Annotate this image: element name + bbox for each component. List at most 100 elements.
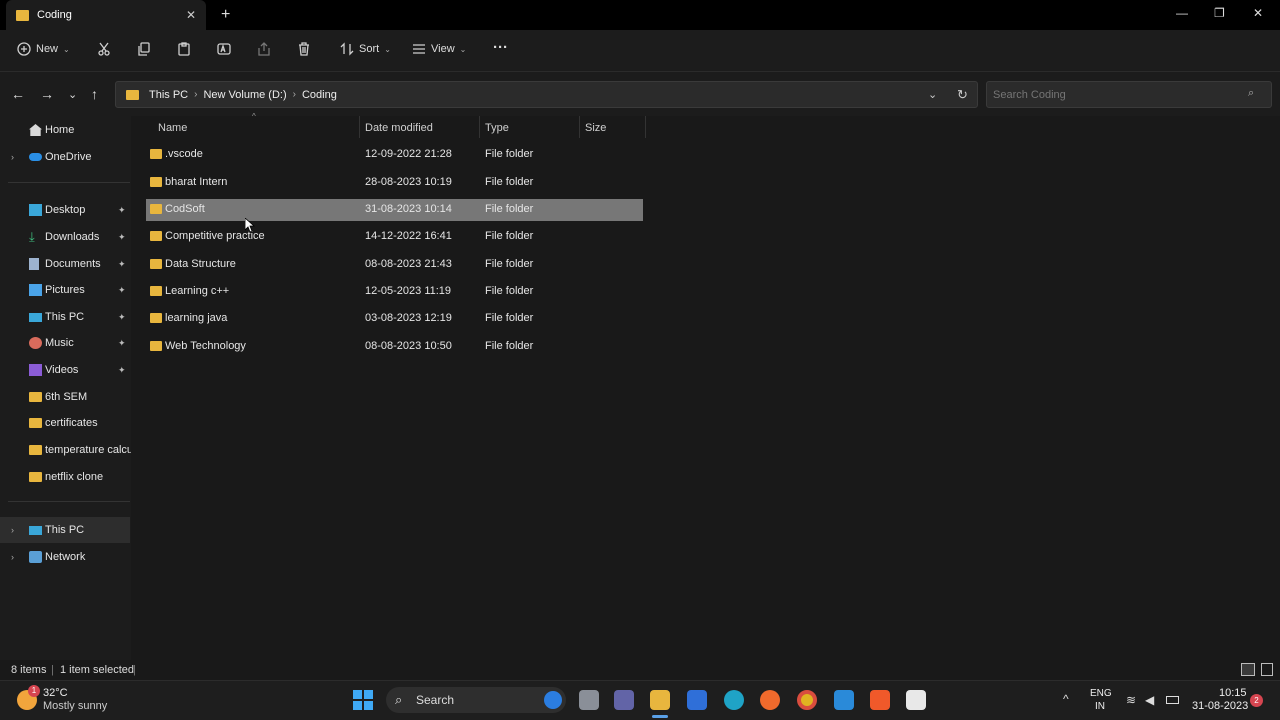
breadcrumb-drive[interactable]: New Volume (D:) xyxy=(203,89,286,101)
paste-button[interactable] xyxy=(177,42,191,56)
file-type: File folder xyxy=(485,285,534,297)
chevron-down-icon: ⌄ xyxy=(63,44,70,54)
file-date: 12-09-2022 21:28 xyxy=(365,148,452,160)
sidebar-item-temperature-calculator[interactable]: temperature calcula xyxy=(0,437,131,463)
table-row[interactable]: .vscode 12-09-2022 21:28 File folder xyxy=(146,144,643,166)
table-row[interactable]: bharat Intern 28-08-2023 10:19 File fold… xyxy=(146,172,643,194)
address-dropdown-icon[interactable]: ⌄ xyxy=(928,88,937,101)
snipping-tool-icon[interactable] xyxy=(906,690,926,710)
chat-icon[interactable] xyxy=(614,690,634,710)
notification-badge[interactable]: 2 xyxy=(1250,694,1263,707)
maximize-button[interactable]: ❐ xyxy=(1214,6,1225,20)
search-icon[interactable]: ⌕ xyxy=(1248,87,1254,100)
sidebar-item-this-pc-pinned[interactable]: This PC ✦ xyxy=(0,304,130,330)
new-button[interactable]: New ⌄ xyxy=(17,42,70,56)
sidebar-item-videos[interactable]: Videos ✦ xyxy=(0,357,130,383)
pin-icon: ✦ xyxy=(118,364,126,375)
file-explorer-icon[interactable] xyxy=(650,690,670,710)
volume-icon[interactable]: ◀ xyxy=(1145,693,1154,707)
language-primary[interactable]: ENG xyxy=(1090,688,1112,699)
language-secondary[interactable]: IN xyxy=(1095,701,1105,712)
search-input[interactable] xyxy=(986,81,1272,108)
taskbar-search[interactable]: ⌕ Search xyxy=(386,687,566,713)
table-row[interactable]: learning java 03-08-2023 12:19 File fold… xyxy=(146,308,643,330)
tab-coding[interactable]: Coding ✕ xyxy=(6,0,206,30)
breadcrumb-coding[interactable]: Coding xyxy=(302,89,337,101)
sidebar-item-network[interactable]: › Network xyxy=(0,544,130,570)
sidebar-item-desktop[interactable]: Desktop ✦ xyxy=(0,197,130,223)
forward-button[interactable]: → xyxy=(40,86,54,102)
table-row[interactable]: Data Structure 08-08-2023 21:43 File fol… xyxy=(146,254,643,276)
brave-icon[interactable] xyxy=(870,690,890,710)
sidebar-item-documents[interactable]: Documents ✦ xyxy=(0,251,130,277)
column-divider[interactable] xyxy=(479,116,480,138)
download-icon: ⤓ xyxy=(29,229,35,244)
microsoft-store-icon[interactable] xyxy=(687,690,707,710)
more-options-button[interactable]: ··· xyxy=(493,39,508,56)
close-window-button[interactable]: ✕ xyxy=(1253,6,1263,20)
expand-chevron-icon[interactable]: › xyxy=(11,552,14,562)
refresh-button[interactable]: ↻ xyxy=(957,87,968,103)
column-header-name[interactable]: Name xyxy=(158,122,187,142)
windows-start-icon[interactable] xyxy=(353,690,373,710)
breadcrumb-this-pc[interactable]: This PC xyxy=(149,89,188,101)
battery-icon[interactable] xyxy=(1166,696,1179,704)
rename-button[interactable] xyxy=(217,42,231,56)
sidebar-item-this-pc[interactable]: › This PC xyxy=(0,517,130,543)
sidebar-item-pictures[interactable]: Pictures ✦ xyxy=(0,277,130,303)
sidebar-item-music[interactable]: Music ✦ xyxy=(0,330,130,356)
pin-icon: ✦ xyxy=(118,311,126,322)
column-header-size[interactable]: Size xyxy=(585,122,606,142)
folder-icon xyxy=(29,392,42,402)
clock-time[interactable]: 10:15 xyxy=(1219,687,1247,699)
large-icons-view-icon[interactable] xyxy=(1261,663,1273,676)
sidebar-item-downloads[interactable]: ⤓ Downloads ✦ xyxy=(0,224,130,250)
close-tab-icon[interactable]: ✕ xyxy=(186,8,196,22)
wifi-icon[interactable]: ≋ xyxy=(1126,693,1136,707)
share-button[interactable] xyxy=(257,42,271,56)
back-button[interactable]: ← xyxy=(11,86,25,102)
recent-locations-button[interactable]: ⌄ xyxy=(68,88,77,101)
details-view-icon[interactable] xyxy=(1241,663,1255,676)
sidebar-item-certificates[interactable]: certificates xyxy=(0,410,130,436)
table-row[interactable]: Learning c++ 12-05-2023 11:19 File folde… xyxy=(146,281,643,303)
cut-button[interactable] xyxy=(97,42,111,56)
breadcrumb[interactable]: This PC › New Volume (D:) › Coding ⌄ xyxy=(115,81,978,108)
tray-overflow-icon[interactable]: ^ xyxy=(1063,692,1069,706)
column-divider[interactable] xyxy=(579,116,580,138)
new-tab-button[interactable]: + xyxy=(221,6,230,24)
clock-date[interactable]: 31-08-2023 xyxy=(1192,700,1248,712)
file-type: File folder xyxy=(485,203,534,215)
table-row[interactable]: Competitive practice 14-12-2022 16:41 Fi… xyxy=(146,226,643,248)
copy-button[interactable] xyxy=(137,42,151,56)
expand-chevron-icon[interactable]: › xyxy=(11,525,14,535)
sidebar-item-6th-sem[interactable]: 6th SEM xyxy=(0,384,130,410)
sidebar-item-onedrive[interactable]: › OneDrive xyxy=(0,144,130,170)
sidebar-item-home[interactable]: Home xyxy=(0,117,130,143)
up-button[interactable]: ↑ xyxy=(91,86,98,102)
view-button[interactable]: View ⌄ xyxy=(412,42,466,56)
vscode-icon[interactable] xyxy=(834,690,854,710)
column-divider[interactable] xyxy=(359,116,360,138)
folder-icon xyxy=(150,286,162,296)
column-header-type[interactable]: Type xyxy=(485,122,509,142)
chrome-icon[interactable] xyxy=(797,690,817,710)
bing-icon[interactable] xyxy=(544,691,562,709)
table-row-selected[interactable]: CodSoft 31-08-2023 10:14 File folder xyxy=(146,199,643,221)
minimize-button[interactable]: — xyxy=(1176,6,1188,20)
expand-chevron-icon[interactable]: › xyxy=(11,152,14,162)
task-view-icon[interactable] xyxy=(579,690,599,710)
pin-icon: ✦ xyxy=(118,204,126,215)
column-divider[interactable] xyxy=(645,116,646,138)
file-date: 08-08-2023 21:43 xyxy=(365,258,452,270)
edge-icon[interactable] xyxy=(724,690,744,710)
delete-button[interactable] xyxy=(297,42,311,56)
sidebar-item-netflix-clone[interactable]: netflix clone xyxy=(0,464,130,490)
firefox-icon[interactable] xyxy=(760,690,780,710)
table-row[interactable]: Web Technology 08-08-2023 10:50 File fol… xyxy=(146,336,643,358)
column-header-date-modified[interactable]: Date modified xyxy=(365,122,433,142)
mouse-cursor-icon xyxy=(245,218,255,232)
folder-icon xyxy=(16,9,29,21)
document-icon xyxy=(29,258,39,270)
sort-button[interactable]: Sort ⌄ xyxy=(340,42,391,56)
